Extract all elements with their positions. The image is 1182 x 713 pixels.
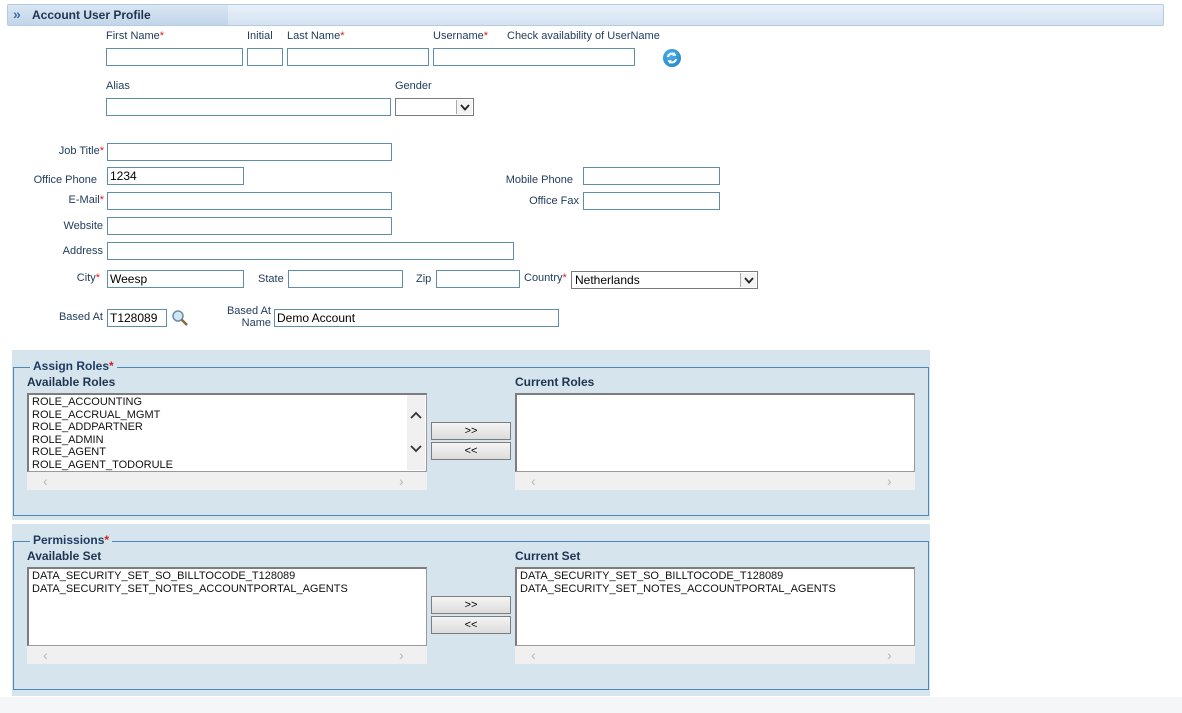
address-field[interactable] [107,242,514,260]
chevron-right-icon[interactable]: › [399,473,404,489]
chevron-right-icon[interactable]: › [399,647,404,663]
gender-label: Gender [395,80,432,92]
country-select[interactable]: Netherlands [571,271,758,289]
chevron-down-icon[interactable] [410,445,422,453]
list-item[interactable]: ROLE_AGENT [29,446,426,459]
current-set-list[interactable]: DATA_SECURITY_SET_SO_BILLTOCODE_T128089 D… [515,567,915,646]
available-set-hscroll[interactable]: ‹ › [27,646,427,664]
office-fax-field[interactable] [583,192,720,210]
available-roles-heading: Available Roles [27,375,116,389]
website-label: Website [63,220,103,232]
list-item[interactable]: DATA_SECURITY_SET_SO_BILLTOCODE_T128089 [29,570,426,583]
chevron-down-icon[interactable] [740,273,756,287]
available-roles-hscroll[interactable]: ‹ › [27,472,427,490]
state-label: State [258,273,284,285]
email-field[interactable] [107,192,392,210]
based-at-name-label: Based At Name [226,305,271,329]
available-roles-list[interactable]: ROLE_ACCOUNTING ROLE_ACCRUAL_MGMT ROLE_ADD… [27,393,427,472]
list-item[interactable]: ROLE_ACCOUNTING [29,396,426,409]
website-field[interactable] [107,217,392,235]
username-label: Username* [433,30,489,42]
chevron-left-icon[interactable]: ‹ [43,647,48,663]
list-item[interactable]: DATA_SECURITY_SET_NOTES_ACCOUNTPORTAL_AG… [517,583,914,596]
alias-label: Alias [106,80,130,92]
current-set-hscroll[interactable]: ‹ › [515,646,915,664]
list-item[interactable]: DATA_SECURITY_SET_NOTES_ACCOUNTPORTAL_AG… [29,583,426,596]
chevron-left-icon[interactable]: ‹ [531,647,536,663]
state-field[interactable] [288,270,403,288]
office-phone-label: Office Phone [33,174,97,186]
zip-field[interactable] [436,270,520,288]
page-title: Account User Profile [32,8,151,22]
available-set-heading: Available Set [27,549,102,563]
add-role-button[interactable]: >> [431,422,511,440]
search-icon[interactable] [170,308,190,328]
list-item[interactable]: ROLE_AGENT_TODORULE [29,459,426,471]
current-roles-hscroll[interactable]: ‹ › [515,472,915,490]
zip-label: Zip [416,273,432,285]
based-at-name-field[interactable]: Demo Account [274,309,559,327]
assign-roles-legend: Assign Roles* [30,359,117,373]
mobile-phone-field[interactable] [583,167,720,185]
list-item[interactable]: ROLE_ADDPARTNER [29,421,426,434]
chevron-left-icon[interactable]: ‹ [531,473,536,489]
refresh-icon[interactable] [663,49,681,67]
current-set-heading: Current Set [515,549,581,563]
chevron-down-icon[interactable] [456,100,472,114]
mobile-phone-label: Mobile Phone [505,174,573,186]
based-at-field[interactable]: T128089 [107,309,167,327]
office-fax-label: Office Fax [529,195,579,207]
office-phone-field[interactable]: 1234 [107,167,244,185]
add-permission-button[interactable]: >> [431,596,511,614]
footer-strip [0,697,1182,713]
double-chevron-icon: » [13,6,21,22]
current-roles-list[interactable] [515,393,915,472]
remove-role-button[interactable]: << [431,442,511,460]
first-name-field[interactable] [106,48,243,66]
city-field[interactable]: Weesp [107,270,244,288]
list-item[interactable]: DATA_SECURITY_SET_SO_BILLTOCODE_T128089 [517,570,914,583]
job-title-label: Job Title* [58,145,104,157]
initial-field[interactable] [247,48,283,66]
email-label: E-Mail* [68,194,104,206]
check-availability-label: Check availability of UserName [507,30,660,42]
available-roles-vscroll[interactable] [407,395,425,470]
chevron-up-icon[interactable] [410,411,422,419]
list-item[interactable]: ROLE_ACCRUAL_MGMT [29,409,426,422]
job-title-field[interactable] [107,143,392,161]
last-name-field[interactable] [287,48,429,66]
alias-field[interactable] [106,98,391,116]
chevron-left-icon[interactable]: ‹ [43,473,48,489]
username-field[interactable] [433,48,635,66]
list-item[interactable]: ROLE_ADMIN [29,434,426,447]
address-label: Address [62,245,103,257]
available-set-list[interactable]: DATA_SECURITY_SET_SO_BILLTOCODE_T128089 D… [27,567,427,646]
gender-select[interactable] [395,98,474,116]
chevron-right-icon[interactable]: › [887,647,892,663]
country-label: Country* [524,272,567,284]
remove-permission-button[interactable]: << [431,616,511,634]
first-name-label: First Name* [106,30,165,42]
last-name-label: Last Name* [287,30,345,42]
current-roles-heading: Current Roles [515,375,595,389]
section-header: » Account User Profile [7,4,1164,26]
permissions-legend: Permissions* [30,533,113,547]
based-at-label: Based At [58,311,103,323]
city-label: City* [76,272,100,284]
chevron-right-icon[interactable]: › [887,473,892,489]
country-select-value: Netherlands [575,273,640,287]
initial-label: Initial [247,30,273,42]
